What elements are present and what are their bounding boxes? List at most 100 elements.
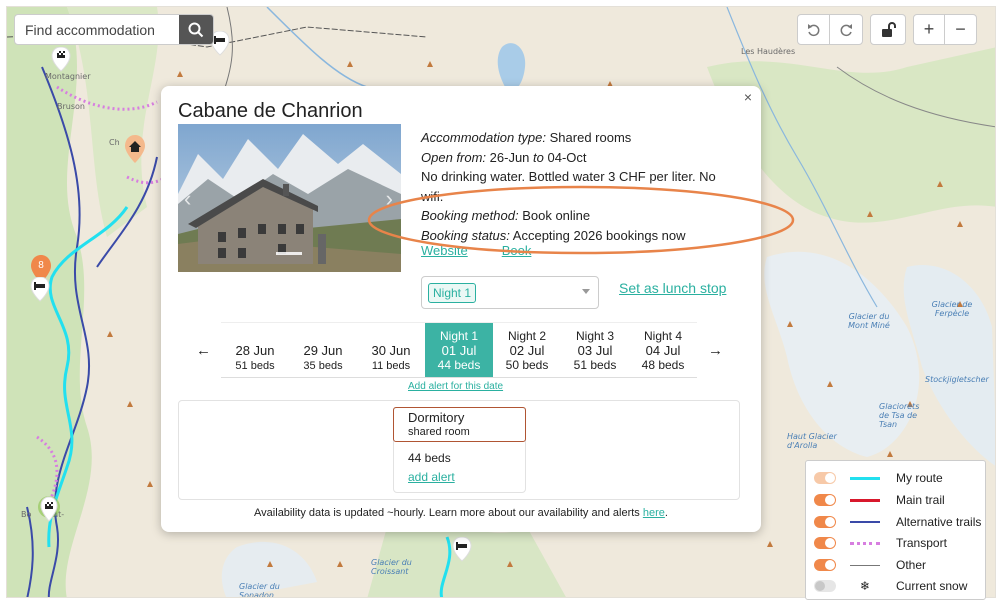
map-label-bruson: Bruson: [57, 102, 85, 111]
legend-label: Other: [896, 558, 927, 572]
undo-button[interactable]: [798, 15, 830, 44]
open-to-word: to: [533, 149, 544, 165]
open-from-value: 26-Jun: [489, 149, 530, 165]
calendar-day[interactable]: Night 3 03 Jul 51 beds: [561, 323, 629, 377]
close-button[interactable]: ×: [741, 90, 755, 104]
night-chip: Night 1: [428, 283, 477, 303]
night-select[interactable]: Night 1: [421, 276, 599, 309]
bed-marker-bottom[interactable]: [452, 536, 472, 570]
undo-icon: [807, 23, 819, 36]
search-input[interactable]: [15, 15, 179, 44]
accommodation-popup: × Cabane de Chanrion ‹ › Accommodation t…: [161, 86, 795, 532]
calendar-day[interactable]: 28 Jun 51 beds: [221, 323, 289, 377]
availability-calendar: 28 Jun 51 beds 29 Jun 35 beds 30 Jun 11 …: [221, 322, 697, 378]
footer-period: .: [664, 507, 668, 519]
route-line-icon: [850, 472, 880, 484]
zoom-in-button[interactable]: +: [914, 15, 946, 44]
add-alert-for-date-link[interactable]: Add alert for this date: [408, 381, 503, 392]
room-header: Dormitory shared room: [393, 407, 526, 442]
accommodation-search: [14, 14, 214, 45]
photo-prev-icon[interactable]: ‹: [184, 186, 191, 212]
calendar-date: 28 Jun: [235, 343, 275, 358]
booking-method-label: Booking method:: [421, 208, 519, 223]
popup-title: Cabane de Chanrion: [178, 100, 363, 122]
legend-label: Alternative trails: [896, 515, 982, 529]
calendar-date: 03 Jul: [577, 343, 613, 358]
hut-marker[interactable]: [124, 135, 146, 172]
calendar-date: 30 Jun: [371, 343, 411, 358]
lock-button[interactable]: [871, 15, 905, 44]
alt-trail-line-icon: [850, 516, 880, 528]
website-link[interactable]: Website: [421, 243, 468, 258]
calendar-date: 29 Jun: [303, 343, 343, 358]
calendar-beds: 11 beds: [371, 360, 411, 372]
booking-status-label: Booking status:: [421, 227, 510, 243]
booking-method-row: Booking method: Book online: [421, 206, 741, 226]
legend-toggle[interactable]: [814, 580, 836, 592]
calendar-day[interactable]: Night 2 02 Jul 50 beds: [493, 323, 561, 377]
calendar-day[interactable]: 29 Jun 35 beds: [289, 323, 357, 377]
legend-row-current-snow: ❄ Current snow: [814, 576, 984, 596]
booking-status-value: Accepting 2026 bookings now: [512, 227, 686, 243]
legend-toggle[interactable]: [814, 537, 836, 549]
history-controls: [797, 14, 863, 45]
legend-row-other: Other: [814, 555, 984, 575]
photo-pager-indicator: [276, 252, 302, 255]
transport-line-icon: [850, 537, 880, 549]
room-type: shared room: [408, 426, 470, 438]
calendar-day[interactable]: 30 Jun 11 beds: [357, 323, 425, 377]
chevron-down-icon: [582, 289, 590, 294]
calendar-day[interactable]: Night 4 04 Jul 48 beds: [629, 323, 697, 377]
add-alert-link[interactable]: add alert: [408, 470, 455, 484]
calendar-date: 02 Jul: [509, 343, 545, 358]
calendar-day-selected[interactable]: Night 1 01 Jul 44 beds: [425, 323, 493, 377]
legend-row-my-route: My route: [814, 468, 984, 488]
calendar-date: 04 Jul: [645, 343, 681, 358]
search-button[interactable]: [179, 15, 213, 44]
calendar-night: Night 3: [575, 329, 615, 343]
map-label-glacier-croissant: Glacier du Croissant: [371, 558, 412, 576]
room-card[interactable]: Dormitory shared room 44 beds add alert: [393, 407, 526, 493]
calendar-beds: 44 beds: [437, 358, 481, 372]
other-line-icon: [850, 559, 880, 571]
calendar-date: 01 Jul: [441, 343, 477, 358]
snowflake-icon: ❄: [859, 579, 871, 593]
legend-toggle[interactable]: [814, 559, 836, 571]
arrow-left-icon[interactable]: ←: [196, 342, 211, 359]
legend-row-alternative-trails: Alternative trails: [814, 512, 984, 532]
flag-marker[interactable]: [51, 46, 71, 80]
hut-photo[interactable]: ‹ ›: [178, 124, 401, 272]
calendar-beds: 50 beds: [505, 358, 549, 372]
calendar-night: Night 1: [439, 329, 479, 343]
legend-toggle[interactable]: [814, 516, 836, 528]
redo-button[interactable]: [830, 15, 862, 44]
learn-more-link[interactable]: here: [643, 507, 665, 519]
bed-marker[interactable]: [30, 276, 50, 310]
notes-text: No drinking water. Bottled water 3 CHF p…: [421, 169, 716, 204]
open-from-label: Open from:: [421, 149, 487, 165]
lock-control: [870, 14, 906, 45]
room-name: Dormitory: [408, 410, 465, 425]
calendar-night: Night 4: [643, 329, 683, 343]
map-label-les-hauderes: Les Haudères: [741, 47, 796, 56]
main-trail-line-icon: [850, 494, 880, 506]
map-label-glaciorets: Glaciorets de Tsa de Tsan: [879, 402, 920, 429]
flag-marker-bottom[interactable]: [37, 495, 61, 532]
legend-toggle[interactable]: [814, 494, 836, 506]
legend-toggle[interactable]: [814, 472, 836, 484]
accommodation-info: Accommodation type: Shared rooms Open fr…: [421, 128, 741, 245]
map-label-glacier-sonadon: Glacier du Sonadon: [239, 582, 280, 598]
footer-text: Availability data is updated ~hourly. Le…: [254, 507, 640, 519]
zoom-out-button[interactable]: −: [945, 15, 976, 44]
unlock-icon: [882, 21, 896, 37]
set-lunch-stop-link[interactable]: Set as lunch stop: [619, 280, 726, 296]
photo-next-icon[interactable]: ›: [386, 186, 393, 212]
open-dates-row: Open from: 26-Jun to 04-Oct: [421, 148, 741, 168]
booking-method-value: Book online: [522, 208, 591, 223]
legend-label: Transport: [896, 536, 947, 550]
accommodation-type-row: Accommodation type: Shared rooms: [421, 128, 741, 148]
legend-label: Main trail: [896, 493, 945, 507]
arrow-right-icon[interactable]: →: [708, 342, 723, 359]
book-link[interactable]: Book: [502, 243, 532, 258]
open-to-value: 04-Oct: [547, 149, 587, 165]
